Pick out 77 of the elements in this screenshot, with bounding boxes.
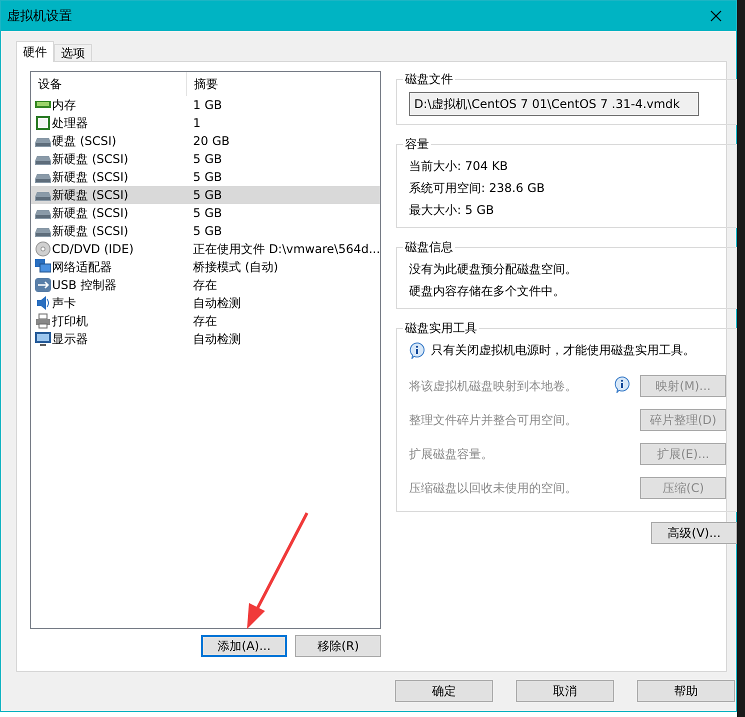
device-summary: 桥接模式 (自动) bbox=[192, 258, 280, 276]
device-row[interactable]: 新硬盘 (SCSI) 5 GB bbox=[31, 168, 380, 186]
device-name: CD/DVD (IDE) bbox=[52, 242, 134, 256]
capacity-text: 当前大小: 704 KB bbox=[409, 158, 509, 175]
device-summary: 正在使用文件 D:\vmware\564d... bbox=[192, 240, 380, 258]
notice-text: 只有关闭虚拟机电源时，才能使用磁盘实用工具。 bbox=[431, 342, 696, 359]
utility-description: 压缩磁盘以回收未使用的空间。 bbox=[409, 480, 578, 496]
device-row[interactable]: 显示器 自动检测 bbox=[31, 330, 380, 348]
device-summary: 5 GB bbox=[192, 206, 223, 220]
device-row[interactable]: 打印机 存在 bbox=[31, 312, 380, 330]
column-header[interactable]: 设备 bbox=[31, 72, 186, 96]
device-name: 打印机 bbox=[52, 312, 88, 330]
device-row[interactable]: 新硬盘 (SCSI) 5 GB bbox=[31, 222, 380, 240]
device-button[interactable]: 移除(R) bbox=[295, 635, 382, 657]
device-row[interactable]: 内存 1 GB bbox=[31, 96, 380, 114]
device-summary: 5 GB bbox=[192, 188, 223, 202]
close-button[interactable] bbox=[708, 8, 724, 24]
device-summary: 存在 bbox=[192, 312, 218, 330]
device-name: 新硬盘 (SCSI) bbox=[52, 186, 128, 204]
device-row[interactable]: CD/DVD (IDE) 正在使用文件 D:\vmware\564d... bbox=[31, 240, 380, 258]
usb-icon bbox=[35, 277, 51, 293]
device-row[interactable]: 网络适配器 桥接模式 (自动) bbox=[31, 258, 380, 276]
dialog-button[interactable]: 取消 bbox=[516, 680, 614, 702]
dialog-button[interactable]: 帮助 bbox=[637, 680, 735, 702]
capacity-text: 最大大小: 5 GB bbox=[409, 202, 496, 219]
device-name: 内存 bbox=[52, 96, 76, 114]
capacity-text: 系统可用空间: 238.6 GB bbox=[409, 180, 546, 197]
chip-icon bbox=[35, 115, 51, 131]
device-name: 硬盘 (SCSI) bbox=[52, 132, 116, 150]
path-field[interactable]: D:\虚拟机\CentOS 7 01\CentOS 7 .31-4.vmdk bbox=[409, 92, 700, 116]
device-name: 声卡 bbox=[52, 294, 76, 312]
device-name: 新硬盘 (SCSI) bbox=[52, 222, 128, 240]
advanced-button[interactable]: 高级(V)... bbox=[651, 522, 738, 544]
group-title: 磁盘信息 bbox=[403, 239, 456, 256]
device-summary: 存在 bbox=[192, 276, 218, 294]
network-icon bbox=[35, 259, 51, 275]
device-summary: 1 bbox=[192, 116, 202, 130]
device-name: 新硬盘 (SCSI) bbox=[52, 150, 128, 168]
printer-icon bbox=[35, 313, 51, 329]
device-summary: 1 GB bbox=[192, 98, 223, 112]
device-name: 新硬盘 (SCSI) bbox=[52, 204, 128, 222]
tab[interactable]: 硬件 bbox=[16, 41, 54, 62]
group-title: 磁盘文件 bbox=[403, 71, 456, 88]
info-icon bbox=[409, 342, 426, 358]
device-summary: 5 GB bbox=[192, 170, 223, 184]
dialog-button[interactable]: 确定 bbox=[395, 680, 493, 702]
device-summary: 自动检测 bbox=[192, 330, 242, 348]
device-row[interactable]: 硬盘 (SCSI) 20 GB bbox=[31, 132, 380, 150]
speaker-icon bbox=[35, 295, 51, 311]
close-icon bbox=[710, 10, 722, 22]
column-header[interactable]: 摘要 bbox=[186, 72, 380, 96]
utility-description: 整理文件碎片并整合可用空间。 bbox=[409, 412, 578, 428]
device-name: 网络适配器 bbox=[52, 258, 112, 276]
disc-icon bbox=[35, 241, 51, 257]
utility-description: 扩展磁盘容量。 bbox=[409, 446, 494, 462]
device-name: 处理器 bbox=[52, 114, 88, 132]
group-title: 磁盘实用工具 bbox=[403, 320, 480, 337]
window-title: 虚拟机设置 bbox=[7, 8, 72, 25]
device-row[interactable]: 新硬盘 (SCSI) 5 GB bbox=[31, 186, 380, 204]
device-name: USB 控制器 bbox=[52, 276, 116, 294]
device-summary: 20 GB bbox=[192, 134, 231, 148]
info-text: 硬盘内容存储在多个文件中。 bbox=[409, 283, 566, 300]
info-text: 没有为此硬盘预分配磁盘空间。 bbox=[409, 261, 578, 278]
device-row[interactable]: 新硬盘 (SCSI) 5 GB bbox=[31, 204, 380, 222]
device-summary: 5 GB bbox=[192, 224, 223, 238]
device-name: 新硬盘 (SCSI) bbox=[52, 168, 128, 186]
device-row[interactable]: USB 控制器 存在 bbox=[31, 276, 380, 294]
device-row[interactable]: 处理器 1 bbox=[31, 114, 380, 132]
device-row[interactable]: 新硬盘 (SCSI) 5 GB bbox=[31, 150, 380, 168]
device-summary: 自动检测 bbox=[192, 294, 242, 312]
tab[interactable]: 选项 bbox=[54, 44, 92, 62]
utility-description: 将该虚拟机磁盘映射到本地卷。 bbox=[409, 378, 578, 394]
device-name: 显示器 bbox=[52, 330, 88, 348]
device-summary: 5 GB bbox=[192, 152, 223, 166]
monitor-icon bbox=[35, 331, 51, 347]
device-button[interactable]: 添加(A)... bbox=[201, 635, 288, 657]
device-row[interactable]: 声卡 自动检测 bbox=[31, 294, 380, 312]
